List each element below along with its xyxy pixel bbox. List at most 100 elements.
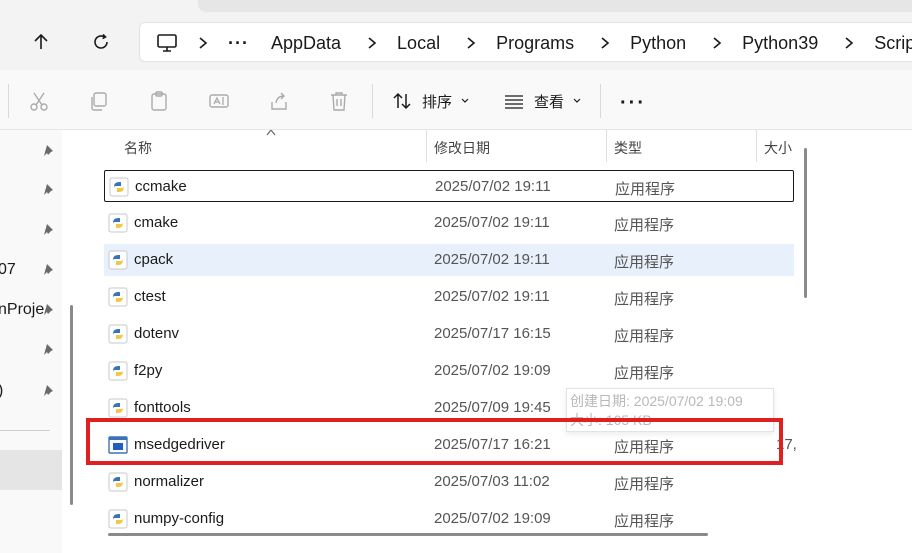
python-file-icon — [108, 472, 128, 492]
file-row[interactable]: ctest 2025/07/02 19:11 应用程序 — [104, 281, 794, 313]
nav-item[interactable] — [0, 211, 62, 249]
computer-icon — [157, 34, 177, 52]
toolbar-divider — [372, 84, 373, 118]
python-file-icon — [108, 250, 128, 270]
breadcrumb-item-appdata[interactable]: AppData — [271, 33, 341, 54]
file-type: 应用程序 — [614, 365, 675, 382]
file-type: 应用程序 — [614, 254, 675, 271]
navigation-pane: 07 nProje ) — [0, 130, 62, 553]
cut-icon[interactable] — [28, 90, 50, 112]
chevron-right-icon — [199, 37, 208, 49]
nav-item[interactable]: nProje — [0, 291, 62, 329]
column-header-row: 名称 修改日期 类型 大小 — [86, 130, 912, 166]
highlight-annotation — [86, 418, 783, 465]
file-modified: 2025/07/02 19:11 — [434, 288, 550, 305]
pin-icon — [44, 184, 53, 195]
breadcrumb-overflow[interactable]: ··· — [228, 33, 249, 54]
column-divider[interactable] — [426, 130, 427, 162]
file-type: 应用程序 — [614, 291, 675, 308]
title-bar: ··· AppData Local Programs Python Python… — [0, 0, 912, 70]
file-name: normalizer — [134, 473, 205, 490]
file-name: dotenv — [134, 325, 180, 342]
python-file-icon — [108, 398, 128, 418]
pin-icon — [44, 304, 53, 315]
column-header-type[interactable]: 类型 — [614, 138, 642, 158]
file-row[interactable]: normalizer 2025/07/03 11:02 应用程序 — [104, 466, 794, 498]
nav-item[interactable]: 07 — [0, 251, 62, 289]
copy-icon[interactable] — [88, 90, 110, 112]
view-button[interactable]: 查看 — [504, 88, 592, 114]
file-modified: 2025/07/09 19:45 — [434, 399, 551, 416]
breadcrumb-item-local[interactable]: Local — [397, 33, 440, 54]
sort-button[interactable]: 排序 — [392, 88, 480, 114]
breadcrumb-item-python39[interactable]: Python39 — [742, 33, 818, 54]
file-row[interactable]: dotenv 2025/07/17 16:15 应用程序 — [104, 318, 794, 350]
paste-icon[interactable] — [148, 90, 170, 112]
nav-scrollbar[interactable] — [70, 305, 73, 505]
column-divider[interactable] — [756, 130, 757, 162]
column-header-name[interactable]: 名称 — [124, 138, 152, 158]
arrow-up-icon — [34, 33, 48, 49]
column-divider[interactable] — [606, 130, 607, 162]
pin-icon — [44, 224, 53, 235]
file-row[interactable]: f2py 2025/07/02 19:09 应用程序 — [104, 355, 794, 387]
command-bar: 排序 查看 — [0, 70, 912, 130]
breadcrumb-item-programs[interactable]: Programs — [496, 33, 574, 54]
file-modified: 2025/07/02 19:11 — [434, 214, 550, 231]
rename-icon[interactable] — [208, 90, 230, 112]
pin-icon — [44, 264, 53, 275]
nav-item-label: ) — [0, 382, 3, 400]
refresh-icon — [94, 33, 108, 49]
pin-icon — [44, 145, 53, 156]
file-name: fonttools — [134, 399, 191, 416]
chevron-right-icon — [368, 37, 377, 49]
toolbar-divider — [8, 84, 9, 118]
address-bar[interactable]: ··· AppData Local Programs Python Python… — [139, 22, 912, 62]
file-name: cmake — [134, 214, 179, 231]
nav-item-selected[interactable] — [0, 450, 62, 490]
chevron-right-icon — [713, 37, 722, 49]
view-label: 查看 — [534, 93, 565, 111]
sort-label: 排序 — [422, 93, 453, 111]
column-header-modified[interactable]: 修改日期 — [434, 138, 490, 158]
breadcrumb-item-scripts[interactable]: Scripts — [874, 33, 912, 54]
tab-edge — [198, 0, 912, 12]
file-type: 应用程序 — [614, 217, 675, 234]
horizontal-scrollbar[interactable] — [108, 533, 708, 536]
back-button[interactable] — [27, 28, 55, 56]
pin-icon — [44, 344, 53, 355]
delete-icon[interactable] — [328, 90, 350, 112]
nav-item[interactable] — [0, 331, 62, 369]
more-options-button[interactable]: ··· — [620, 92, 646, 115]
file-modified: 2025/07/17 16:15 — [434, 325, 551, 342]
nav-item-label: 07 — [0, 261, 16, 278]
nav-item[interactable] — [0, 171, 62, 209]
file-name: cpack — [134, 251, 174, 268]
file-name: ccmake — [135, 178, 187, 195]
python-file-icon — [108, 509, 128, 529]
toolbar-divider — [600, 84, 601, 118]
file-modified: 2025/07/03 11:02 — [434, 473, 550, 490]
file-row[interactable]: numpy-config 2025/07/02 19:09 应用程序 — [104, 503, 794, 535]
view-list-icon — [505, 95, 523, 109]
chevron-right-icon — [845, 37, 854, 49]
refresh-button[interactable] — [87, 28, 115, 56]
nav-item[interactable] — [0, 132, 62, 170]
python-file-icon — [108, 324, 128, 344]
file-row[interactable]: cpack 2025/07/02 19:11 应用程序 — [104, 244, 794, 276]
share-icon[interactable] — [268, 90, 290, 112]
breadcrumb-item-python[interactable]: Python — [630, 33, 686, 54]
file-row[interactable]: ccmake 2025/07/02 19:11 应用程序 — [104, 170, 794, 202]
nav-item[interactable]: ) — [0, 372, 62, 410]
nav-item-label: nProje — [0, 301, 45, 318]
column-header-size[interactable]: 大小 — [764, 138, 792, 158]
chevron-down-icon — [573, 98, 581, 103]
pin-icon — [44, 385, 53, 396]
file-row[interactable]: cmake 2025/07/02 19:11 应用程序 — [104, 207, 794, 239]
file-name: ctest — [134, 288, 166, 305]
vertical-scrollbar[interactable] — [804, 148, 807, 298]
file-modified: 2025/07/02 19:11 — [434, 251, 550, 268]
file-modified: 2025/07/02 19:09 — [434, 510, 551, 527]
nav-divider — [0, 430, 50, 431]
file-name: numpy-config — [134, 510, 225, 527]
